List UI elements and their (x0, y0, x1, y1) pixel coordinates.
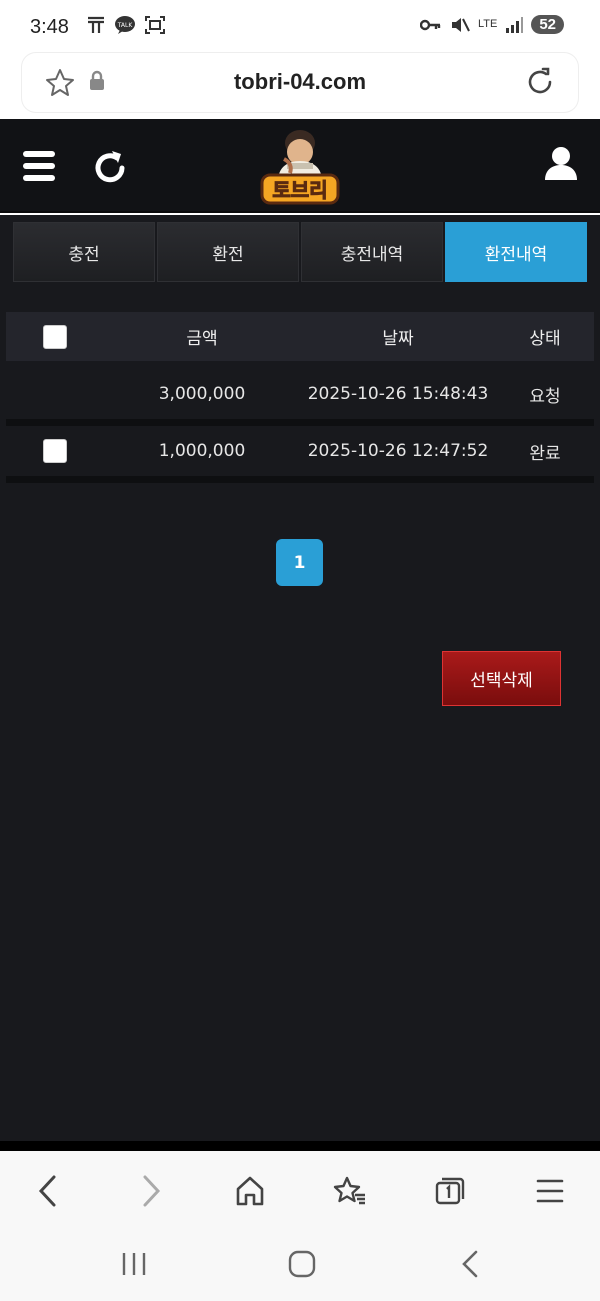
row-amount: 1,000,000 (158, 441, 246, 461)
home-system-button[interactable] (282, 1247, 322, 1281)
main-content: 충전 환전 충전내역 환전내역 금액 날짜 상태 3,000,000 2025-… (0, 215, 600, 1141)
row-checkbox[interactable] (43, 439, 67, 463)
t-app-icon (88, 16, 104, 33)
bookmarks-button[interactable] (330, 1171, 370, 1211)
status-bar: 3:48 TALK LTE 52 (0, 0, 600, 52)
browser-toolbar (0, 1151, 600, 1227)
refresh-icon[interactable] (92, 147, 128, 185)
back-system-button[interactable] (450, 1247, 490, 1281)
row-amount: 3,000,000 (158, 384, 246, 404)
table-row: 3,000,000 2025-10-26 15:48:43 요청 (6, 369, 594, 419)
table-header: 금액 날짜 상태 (6, 312, 594, 361)
tab-charge-history[interactable]: 충전내역 (301, 222, 443, 282)
address-bar[interactable]: tobri-04.com (22, 53, 578, 112)
table-row: 1,000,000 2025-10-26 12:47:52 완료 (6, 426, 594, 476)
tab-bar: 충전 환전 충전내역 환전내역 (13, 222, 587, 282)
header-date: 날짜 (382, 329, 414, 349)
key-icon (419, 19, 441, 30)
notification-icons: TALK (86, 15, 166, 35)
screenshot-icon (145, 16, 165, 34)
logo-text: 토브리 (272, 178, 327, 202)
select-all-checkbox[interactable] (43, 324, 67, 349)
home-icon (236, 1176, 264, 1206)
site-logo[interactable]: 토브리 (258, 125, 342, 209)
delete-selected-button[interactable]: 선택삭제 (442, 651, 561, 706)
mute-icon (451, 17, 470, 32)
reload-icon[interactable] (524, 66, 556, 98)
row-status: 완료 (529, 443, 561, 464)
signal-icon (506, 16, 524, 33)
system-status-icons: LTE 52 (419, 15, 564, 34)
tab-exchange[interactable]: 환전 (157, 222, 299, 282)
tab-exchange-history[interactable]: 환전내역 (445, 222, 587, 282)
page-footer-bar (0, 1141, 600, 1151)
row-date: 2025-10-26 12:47:52 (307, 441, 489, 461)
url-text[interactable]: tobri-04.com (22, 69, 578, 95)
tab-charge[interactable]: 충전 (13, 222, 155, 282)
back-button[interactable] (28, 1171, 68, 1211)
browser-menu-button[interactable] (530, 1171, 570, 1211)
menu-icon[interactable] (23, 151, 55, 181)
back-arrow-icon (462, 1250, 478, 1278)
bookmark-list-icon (333, 1176, 365, 1205)
site-header: 토브리 (0, 119, 600, 213)
row-status: 요청 (529, 386, 561, 407)
chevron-right-icon (143, 1175, 161, 1207)
header-status: 상태 (529, 329, 561, 349)
home-circle-icon (288, 1250, 316, 1278)
system-nav-bar (0, 1227, 600, 1301)
network-type: LTE (477, 18, 498, 30)
forward-button[interactable] (131, 1171, 171, 1211)
page-button-1[interactable]: 1 (276, 539, 323, 586)
header-amount: 금액 (186, 329, 218, 349)
user-icon[interactable] (543, 146, 579, 180)
recent-apps-button[interactable] (114, 1247, 154, 1281)
chevron-left-icon (38, 1175, 56, 1207)
status-time: 3:48 (30, 16, 69, 38)
svg-text:TALK: TALK (117, 22, 134, 29)
row-date: 2025-10-26 15:48:43 (307, 384, 489, 404)
menu-lines-icon (536, 1179, 564, 1203)
history-table: 금액 날짜 상태 3,000,000 2025-10-26 15:48:43 요… (6, 312, 594, 483)
tabs-icon (435, 1177, 465, 1205)
battery-indicator: 52 (531, 15, 564, 34)
tabs-button[interactable] (430, 1171, 470, 1211)
recent-apps-icon (122, 1253, 146, 1275)
kakaotalk-icon: TALK (115, 16, 135, 34)
home-button[interactable] (230, 1171, 270, 1211)
